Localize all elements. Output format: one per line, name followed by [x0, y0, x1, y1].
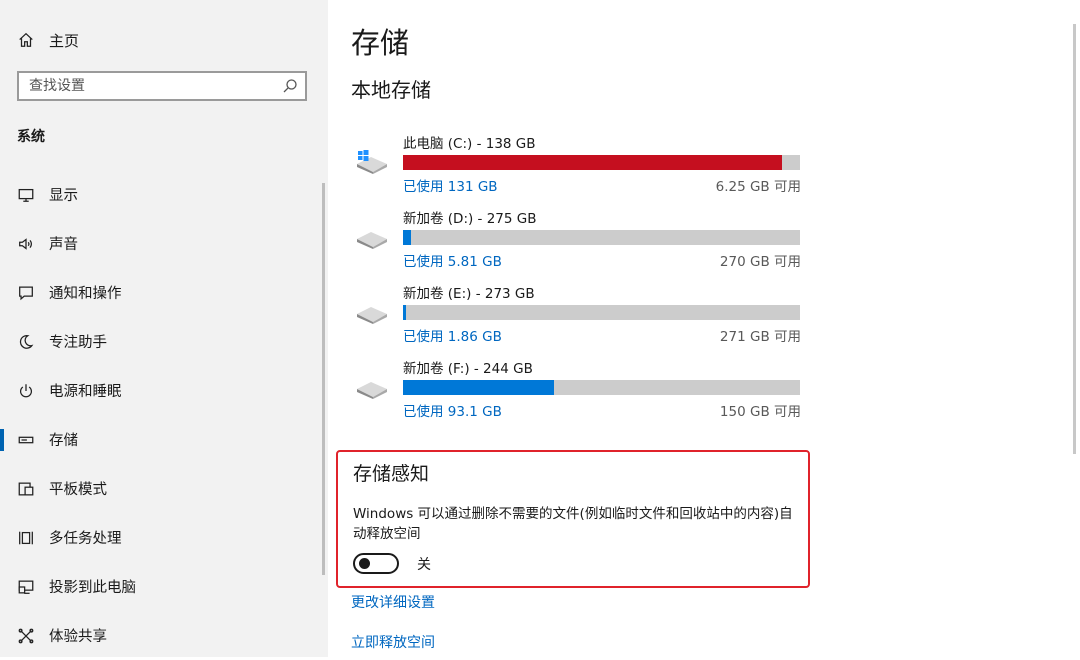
drive-used-label: 已使用 131 GB [403, 179, 498, 195]
storage-page: 存储 本地存储 此电脑 (C:) - 138 GB 已使用 131 GB 6.2… [328, 0, 1080, 657]
windows-drive-icon [355, 148, 389, 174]
speaker-icon [16, 234, 36, 254]
multitasking-icon [16, 528, 36, 548]
moon-icon [16, 332, 36, 352]
drive-free-label: 271 GB 可用 [719, 329, 801, 345]
drive-usage-fill [403, 380, 554, 395]
sidebar-item-multitasking[interactable]: 多任务处理 [0, 513, 328, 562]
drive-name: 新加卷 (F:) - 244 GB [403, 361, 533, 377]
main-scrollbar[interactable] [1073, 24, 1076, 454]
sidebar-item-label: 体验共享 [49, 629, 107, 645]
share-icon [16, 626, 36, 646]
drive-name: 新加卷 (D:) - 275 GB [403, 211, 537, 227]
drive-usage-bar [403, 380, 800, 395]
drive-free-label: 150 GB 可用 [719, 404, 801, 420]
power-icon [16, 381, 36, 401]
storage-sense-description: Windows 可以通过删除不需要的文件(例如临时文件和回收站中的内容)自动释放… [353, 506, 793, 542]
sidebar-item-label: 多任务处理 [49, 531, 122, 547]
drive-icon [355, 223, 389, 249]
sidebar-item-label: 显示 [49, 188, 78, 204]
toggle-state-label: 关 [417, 557, 431, 573]
storage-sense-section: 存储感知 Windows 可以通过删除不需要的文件(例如临时文件和回收站中的内容… [336, 450, 810, 588]
nav-home[interactable]: 主页 [16, 28, 79, 52]
sidebar-item-project[interactable]: 投影到此电脑 [0, 562, 328, 611]
sidebar-item-label: 平板模式 [49, 482, 107, 498]
drive-d[interactable]: 新加卷 (D:) - 275 GB 已使用 5.81 GB 270 GB 可用 [355, 209, 801, 270]
search-icon[interactable] [281, 77, 299, 95]
drive-usage-fill [403, 230, 412, 245]
sidebar-item-label: 存储 [49, 433, 78, 449]
notification-icon [16, 283, 36, 303]
sidebar-item-label: 专注助手 [49, 335, 107, 351]
settings-search[interactable] [17, 71, 307, 101]
storage-sense-title: 存储感知 [353, 463, 430, 485]
search-input[interactable] [19, 73, 285, 99]
drive-name: 此电脑 (C:) - 138 GB [403, 136, 536, 152]
sidebar-scrollbar[interactable] [322, 183, 325, 575]
storage-sense-toggle[interactable] [353, 553, 399, 574]
drive-usage-fill [403, 155, 783, 170]
tablet-mode-icon [16, 479, 36, 499]
toggle-knob [359, 558, 370, 569]
sidebar-item-tablet-mode[interactable]: 平板模式 [0, 464, 328, 513]
settings-sidebar: 主页 系统 显示 声音 通知和操作 [0, 0, 328, 657]
sidebar-item-shared-experiences[interactable]: 体验共享 [0, 611, 328, 660]
drive-e[interactable]: 新加卷 (E:) - 273 GB 已使用 1.86 GB 271 GB 可用 [355, 284, 801, 345]
sidebar-item-notifications[interactable]: 通知和操作 [0, 268, 328, 317]
sidebar-item-sound[interactable]: 声音 [0, 219, 328, 268]
page-title: 存储 [351, 26, 410, 60]
drive-used-label: 已使用 5.81 GB [403, 254, 502, 270]
drive-c[interactable]: 此电脑 (C:) - 138 GB 已使用 131 GB 6.25 GB 可用 [355, 134, 801, 195]
sidebar-item-label: 投影到此电脑 [49, 580, 136, 596]
section-title: 系统 [17, 129, 45, 145]
sidebar-item-focus-assist[interactable]: 专注助手 [0, 317, 328, 366]
sidebar-item-power-sleep[interactable]: 电源和睡眠 [0, 366, 328, 415]
drive-free-label: 270 GB 可用 [719, 254, 801, 270]
storage-icon [16, 430, 36, 450]
drive-used-label: 已使用 1.86 GB [403, 329, 502, 345]
change-settings-link[interactable]: 更改详细设置 [351, 592, 435, 612]
home-icon [16, 30, 36, 50]
project-icon [16, 577, 36, 597]
sidebar-item-label: 电源和睡眠 [49, 384, 122, 400]
drive-f[interactable]: 新加卷 (F:) - 244 GB 已使用 93.1 GB 150 GB 可用 [355, 359, 801, 420]
drive-usage-bar [403, 230, 800, 245]
drive-free-label: 6.25 GB 可用 [715, 179, 801, 195]
nav-home-label: 主页 [49, 31, 80, 50]
nav-list: 显示 声音 通知和操作 专注助手 电源和睡眠 存储 平板模式 多任务处理 投影到… [0, 170, 328, 660]
monitor-icon [16, 185, 36, 205]
drive-icon [355, 373, 389, 399]
drive-usage-bar [403, 305, 800, 320]
drive-icon [355, 298, 389, 324]
free-up-space-link[interactable]: 立即释放空间 [351, 632, 435, 652]
sidebar-item-display[interactable]: 显示 [0, 170, 328, 219]
local-storage-heading: 本地存储 [351, 78, 431, 102]
sidebar-item-label: 通知和操作 [49, 286, 122, 302]
drive-usage-bar [403, 155, 800, 170]
sidebar-item-label: 声音 [49, 237, 78, 253]
drive-used-label: 已使用 93.1 GB [403, 404, 502, 420]
drive-name: 新加卷 (E:) - 273 GB [403, 286, 535, 302]
sidebar-item-storage[interactable]: 存储 [0, 415, 328, 464]
drive-usage-fill [403, 305, 406, 320]
